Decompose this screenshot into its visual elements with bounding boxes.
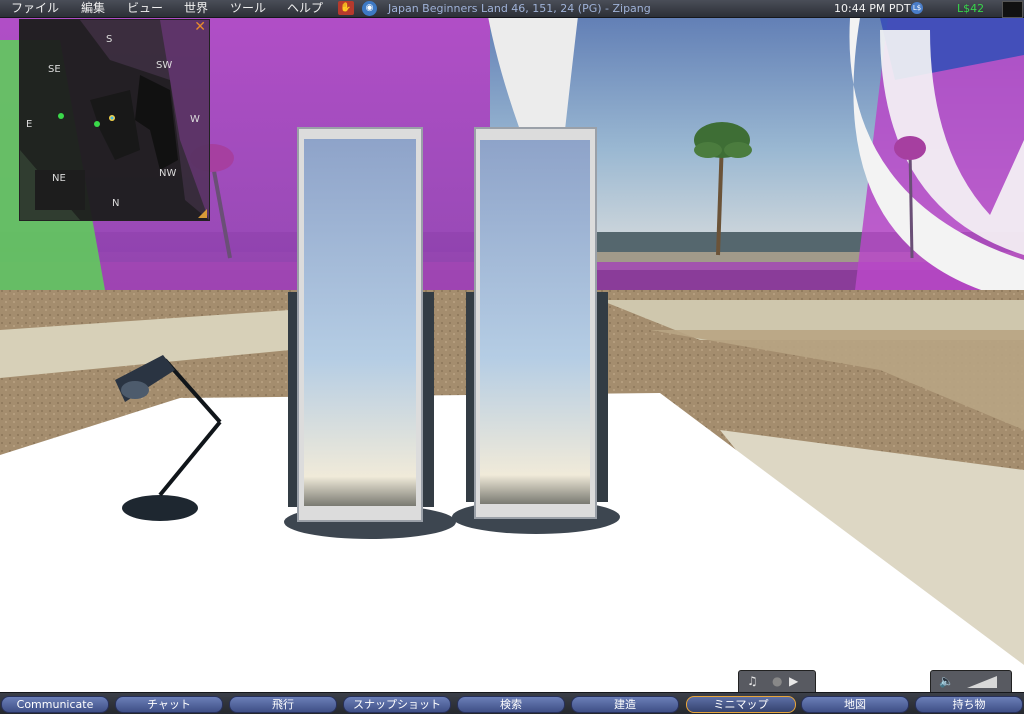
menu-tools[interactable]: ツール: [228, 0, 268, 17]
music-icon[interactable]: ♫: [747, 672, 758, 690]
menu-file[interactable]: ファイル: [9, 0, 61, 17]
menu-help[interactable]: ヘルプ: [285, 0, 325, 17]
inventory-button[interactable]: 持ち物: [915, 696, 1023, 713]
voice-icon[interactable]: ◉: [362, 1, 377, 16]
snapshot-button[interactable]: スナップショット: [343, 696, 451, 713]
clock-label: 10:44 PM PDT: [834, 2, 911, 15]
map-button[interactable]: 地図: [801, 696, 909, 713]
menu-bar: ファイル 編集 ビュー 世界 ツール ヘルプ ✋ ◉ Japan Beginne…: [0, 0, 1024, 18]
media-controls: ♫ ● ▶: [738, 670, 816, 694]
minimap-panel[interactable]: S SW SE E W NE NW N ✕: [19, 19, 210, 221]
bottom-toolbar: Communicate チャット 飛行 スナップショット 検索 建造 ミニマップ…: [0, 692, 1024, 714]
compass-s: S: [106, 34, 113, 45]
volume-controls: 🔈: [930, 670, 1012, 694]
minimap-avatar-dot: [58, 113, 64, 119]
compass-sw: SW: [156, 60, 173, 71]
compass-w: W: [190, 114, 200, 125]
play-icon[interactable]: ▶: [789, 672, 798, 690]
minimap-button[interactable]: ミニマップ: [686, 696, 796, 713]
compass-ne: NE: [52, 173, 66, 184]
speaker-icon[interactable]: 🔈: [939, 672, 954, 690]
menu-view[interactable]: ビュー: [125, 0, 165, 17]
stop-icon[interactable]: ●: [772, 672, 782, 690]
communicate-button[interactable]: Communicate: [1, 696, 109, 713]
minimap-terrain: [20, 20, 209, 220]
location-label[interactable]: Japan Beginners Land 46, 151, 24 (PG) - …: [388, 0, 651, 17]
resize-handle-icon[interactable]: [198, 209, 207, 218]
compass-nw: NW: [159, 168, 177, 179]
linden-dollar-icon[interactable]: L$: [911, 2, 923, 14]
volume-slider-icon[interactable]: [967, 676, 997, 688]
mirror-right: [452, 127, 620, 534]
fly-button[interactable]: 飛行: [229, 696, 337, 713]
chat-button[interactable]: チャット: [115, 696, 223, 713]
build-button[interactable]: 建造: [571, 696, 679, 713]
menu-world[interactable]: 世界: [182, 0, 210, 17]
compass-se: SE: [48, 64, 61, 75]
search-button[interactable]: 検索: [457, 696, 565, 713]
no-push-icon[interactable]: ✋: [338, 1, 354, 15]
close-icon[interactable]: ✕: [194, 20, 206, 34]
health-meter: [1002, 1, 1023, 18]
compass-e: E: [26, 119, 33, 130]
balance-label[interactable]: L$42: [957, 0, 984, 17]
compass-n: N: [112, 198, 120, 209]
minimap-avatar-dot: [94, 121, 100, 127]
menu-edit[interactable]: 編集: [79, 0, 107, 17]
